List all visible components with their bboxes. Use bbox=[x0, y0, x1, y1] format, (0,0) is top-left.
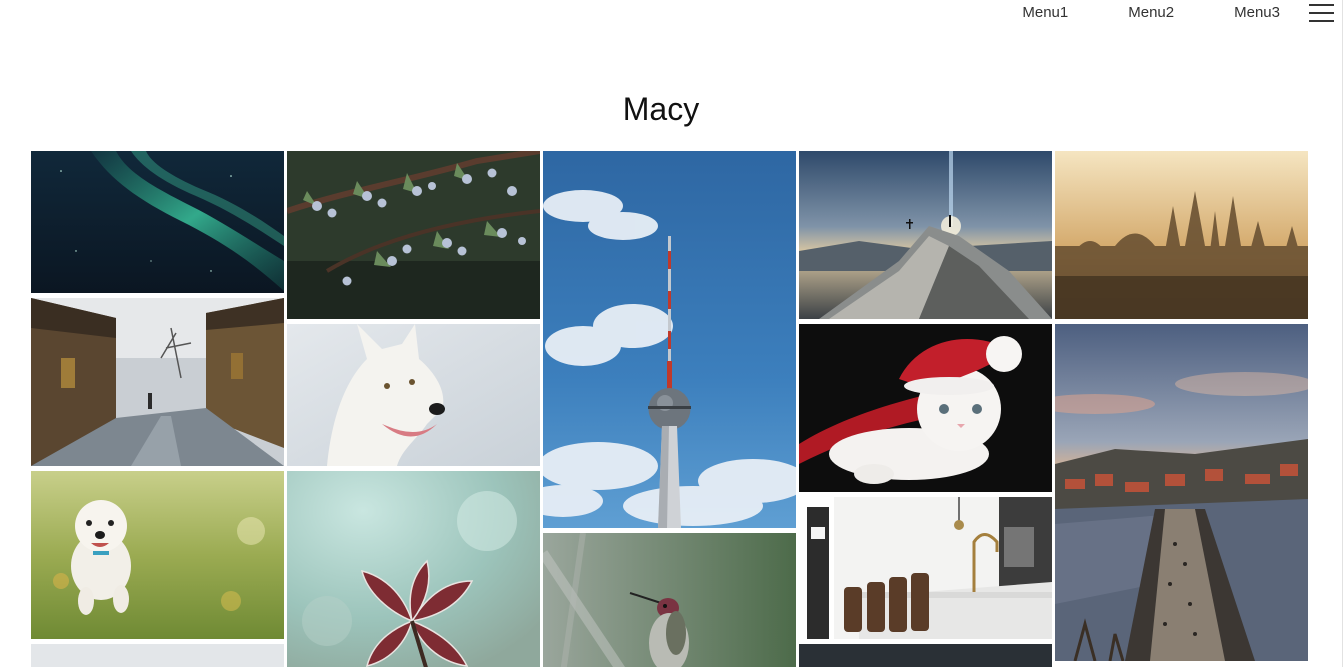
nav-menu3-link[interactable]: Menu3 bbox=[1234, 1, 1280, 25]
nav-menu2-link[interactable]: Menu2 bbox=[1128, 1, 1174, 25]
photo-gallery bbox=[31, 151, 1309, 667]
santa-cat-image bbox=[799, 324, 1052, 492]
hummingbird-image bbox=[543, 533, 796, 667]
top-navigation: Menu1 Menu2 Menu3 bbox=[1022, 0, 1343, 26]
partial-image bbox=[31, 644, 284, 667]
photo-aurora[interactable] bbox=[31, 151, 284, 293]
photo-white-dog-running[interactable] bbox=[31, 471, 284, 639]
frosted-leaves-image bbox=[287, 471, 540, 667]
mountain-image bbox=[799, 151, 1052, 319]
photo-tv-tower[interactable] bbox=[543, 151, 796, 528]
photo-mountain-summit[interactable] bbox=[799, 151, 1052, 319]
juniper-image bbox=[287, 151, 540, 319]
tv-tower-image bbox=[543, 151, 796, 528]
kitchen-image bbox=[799, 497, 1052, 639]
photo-city-spires[interactable] bbox=[1055, 151, 1308, 319]
photo-white-shepherd[interactable] bbox=[287, 324, 540, 466]
running-dog-image bbox=[31, 471, 284, 639]
photo-hummingbird[interactable] bbox=[543, 533, 796, 667]
aurora-image bbox=[31, 151, 284, 293]
photo-rainy-street[interactable] bbox=[31, 298, 284, 466]
shepherd-dog-image bbox=[287, 324, 540, 466]
nav-menu1-link[interactable]: Menu1 bbox=[1022, 1, 1068, 25]
hamburger-bar bbox=[1309, 12, 1334, 14]
page: Menu1 Menu2 Menu3 Macy bbox=[0, 0, 1343, 667]
rainy-street-image bbox=[31, 298, 284, 466]
photo-kitchen[interactable] bbox=[799, 497, 1052, 639]
hamburger-menu-icon[interactable] bbox=[1309, 4, 1334, 22]
hamburger-bar bbox=[1309, 20, 1334, 22]
city-spires-image bbox=[1055, 151, 1308, 319]
prague-bridge-image bbox=[1055, 324, 1308, 661]
photo-prague-bridge[interactable] bbox=[1055, 324, 1308, 661]
page-title: Macy bbox=[622, 91, 700, 127]
photo-cat-santa-hat[interactable] bbox=[799, 324, 1052, 492]
partial-image bbox=[799, 644, 1052, 667]
photo-frosted-leaves[interactable] bbox=[287, 471, 540, 667]
photo-partial-bottom-4[interactable] bbox=[799, 644, 1052, 667]
photo-partial-bottom-1[interactable] bbox=[31, 644, 284, 667]
hamburger-bar bbox=[1309, 4, 1334, 6]
photo-juniper-berries[interactable] bbox=[287, 151, 540, 319]
